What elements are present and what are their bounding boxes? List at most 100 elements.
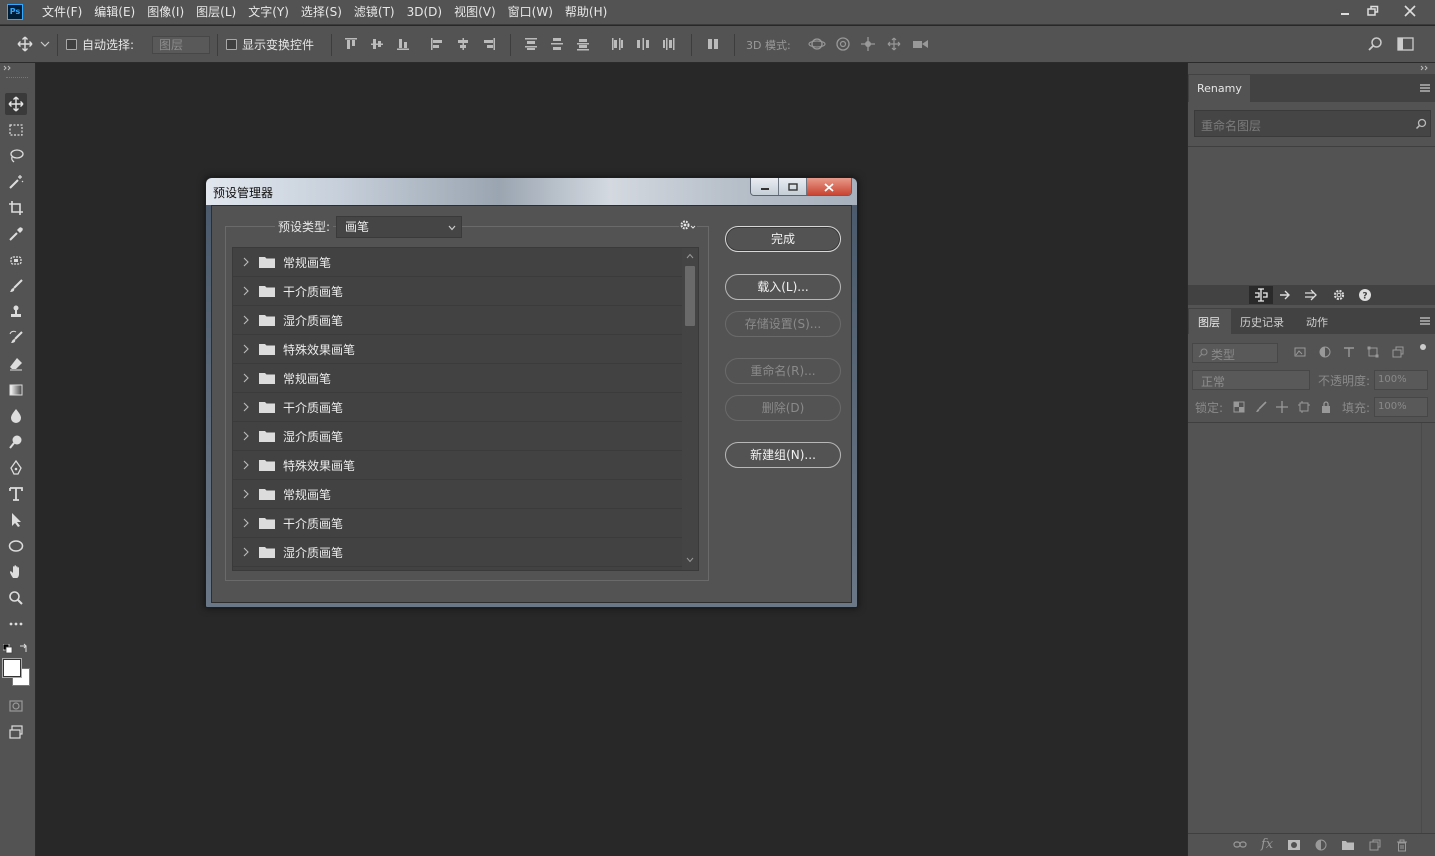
show-transform-option[interactable]: 显示变换控件 [226, 26, 314, 63]
default-colors-icon[interactable] [3, 644, 13, 654]
pen-icon[interactable] [5, 457, 27, 479]
actions-tab[interactable]: 动作 [1306, 314, 1328, 330]
list-item[interactable]: 常规画笔 [233, 248, 682, 277]
new-adjustment-layer-icon[interactable] [1315, 839, 1327, 851]
filter-adjustment-layers-icon[interactable] [1319, 346, 1331, 358]
ellipse-icon[interactable] [5, 535, 27, 557]
quick-mask-icon[interactable] [5, 695, 27, 717]
chevron-right-icon[interactable] [240, 285, 252, 297]
list-item[interactable]: 湿介质画笔 [233, 306, 682, 335]
scroll-thumb[interactable] [685, 266, 695, 326]
lasso-icon[interactable] [5, 145, 27, 167]
renamy-search-input[interactable]: 重命名图层 [1194, 110, 1431, 137]
brush-icon[interactable] [5, 275, 27, 297]
menu-filter[interactable]: 滤镜(T) [348, 0, 401, 25]
new-layer-icon[interactable] [1369, 839, 1381, 851]
dodge-icon[interactable] [5, 431, 27, 453]
rectangular-marquee-icon[interactable] [5, 119, 27, 141]
restore-window-icon[interactable] [1361, 1, 1385, 21]
collapse-panels-icon[interactable] [1420, 65, 1430, 71]
rename-action-icon[interactable] [1249, 286, 1273, 304]
collapse-toolbar-icon[interactable] [3, 65, 13, 71]
3d-scale-icon[interactable] [912, 36, 928, 52]
swap-colors-icon[interactable] [19, 643, 29, 653]
auto-select-checkbox[interactable] [66, 39, 77, 50]
close-window-icon[interactable] [1398, 1, 1422, 21]
renamy-panel-menu-icon[interactable] [1420, 84, 1430, 92]
scroll-up-icon[interactable] [686, 253, 694, 259]
blend-mode-dropdown[interactable]: 正常 [1192, 370, 1310, 390]
crop-icon[interactable] [5, 197, 27, 219]
list-item[interactable]: 常规画笔 [233, 364, 682, 393]
menu-3d[interactable]: 3D(D) [401, 0, 448, 25]
gradient-icon[interactable] [5, 379, 27, 401]
3d-orbit-icon[interactable] [808, 36, 826, 52]
auto-align-layers-icon[interactable] [705, 36, 721, 52]
lock-image-pixels-icon[interactable] [1255, 401, 1267, 413]
layers-panel-menu-icon[interactable] [1420, 317, 1430, 325]
layer-filter-dropdown[interactable]: 类型 [1192, 343, 1278, 363]
done-button[interactable]: 完成 [725, 226, 841, 252]
photoshop-logo[interactable]: Ps [7, 4, 23, 20]
filter-pixel-layers-icon[interactable] [1294, 346, 1306, 358]
opacity-input[interactable]: 100% [1374, 370, 1428, 390]
scroll-down-icon[interactable] [686, 557, 694, 563]
new-group-folder-icon[interactable] [1341, 839, 1355, 851]
link-layers-icon[interactable] [1233, 839, 1247, 851]
toolbar-grip[interactable] [6, 77, 28, 79]
menu-type[interactable]: 文字(Y) [242, 0, 295, 25]
menu-layer[interactable]: 图层(L) [190, 0, 242, 25]
list-item[interactable]: 湿介质画笔 [233, 422, 682, 451]
chevron-right-icon[interactable] [240, 256, 252, 268]
chevron-right-icon[interactable] [240, 401, 252, 413]
delete-button[interactable]: 删除(D) [725, 395, 841, 421]
distribute-horizontal-center-icon[interactable] [635, 36, 651, 52]
menu-window[interactable]: 窗口(W) [502, 0, 559, 25]
filter-type-layers-icon[interactable] [1343, 346, 1355, 358]
tool-preset-chevron-down-icon[interactable] [40, 40, 50, 48]
search-icon[interactable] [1415, 118, 1427, 130]
filter-smart-objects-icon[interactable] [1392, 346, 1404, 358]
align-vertical-center-icon[interactable] [369, 36, 385, 52]
menu-image[interactable]: 图像(I) [141, 0, 190, 25]
lock-transparent-pixels-icon[interactable] [1233, 401, 1245, 413]
3d-pan-icon[interactable] [860, 36, 876, 52]
new-group-button[interactable]: 新建组(N)... [725, 442, 841, 468]
minimize-window-icon[interactable] [1333, 1, 1357, 21]
list-scrollbar[interactable] [682, 248, 698, 570]
menu-help[interactable]: 帮助(H) [559, 0, 613, 25]
list-item[interactable]: 常规画笔 [233, 480, 682, 509]
dialog-maximize-icon[interactable] [779, 178, 807, 195]
menu-file[interactable]: 文件(F) [36, 0, 88, 25]
save-set-button[interactable]: 存储设置(S)... [725, 311, 841, 337]
align-left-icon[interactable] [429, 36, 445, 52]
magic-wand-icon[interactable] [5, 171, 27, 193]
more-tools-icon[interactable] [5, 613, 27, 635]
preset-type-dropdown[interactable]: 画笔 [336, 216, 462, 238]
hand-icon[interactable] [5, 561, 27, 583]
workspace-switcher-icon[interactable] [1397, 36, 1414, 52]
list-item[interactable]: 干介质画笔 [233, 393, 682, 422]
search-icon[interactable] [1367, 36, 1383, 52]
align-right-icon[interactable] [481, 36, 497, 52]
3d-roll-icon[interactable] [835, 36, 851, 52]
layer-style-fx-icon[interactable]: fx [1261, 837, 1273, 852]
lock-artboard-icon[interactable] [1298, 401, 1310, 413]
list-item[interactable]: 干介质画笔 [233, 509, 682, 538]
clone-stamp-icon[interactable] [5, 301, 27, 323]
history-brush-icon[interactable] [5, 327, 27, 349]
chevron-right-icon[interactable] [240, 314, 252, 326]
align-bottom-icon[interactable] [395, 36, 411, 52]
arrow-right-icon[interactable] [1278, 288, 1292, 302]
auto-select-target-dropdown[interactable]: 图层 [152, 36, 210, 54]
align-horizontal-center-icon[interactable] [455, 36, 471, 52]
distribute-vertical-center-icon[interactable] [549, 36, 565, 52]
list-item[interactable]: 特殊效果画笔 [233, 335, 682, 364]
distribute-left-icon[interactable] [609, 36, 625, 52]
align-top-icon[interactable] [343, 36, 359, 52]
help-icon[interactable]: ? [1358, 288, 1372, 302]
filter-toggle[interactable] [1420, 344, 1426, 350]
dialog-minimize-icon[interactable] [751, 178, 779, 195]
history-tab[interactable]: 历史记录 [1240, 314, 1284, 330]
dialog-title-bar[interactable]: 预设管理器 [206, 178, 857, 205]
